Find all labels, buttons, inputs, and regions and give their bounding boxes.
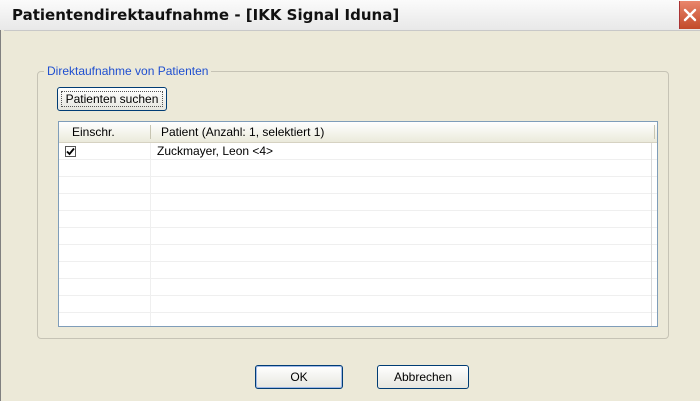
column-header-patient-label: Patient (Anzahl: 1, selektiert 1) [161,125,325,139]
grid-line [651,143,652,326]
table-row [59,160,657,177]
window-border [0,30,4,401]
groupbox-label: Direktaufnahme von Patienten [44,64,212,78]
focus-rectangle [61,91,163,107]
dialog-window: Patientendirektaufnahme - [IKK Signal Id… [0,0,700,401]
list-header: Einschr. Patient (Anzahl: 1, selektiert … [59,122,657,143]
table-row [59,313,657,326]
patient-cell: Zuckmayer, Leon <4> [157,144,274,158]
title-bar[interactable]: Patientendirektaufnahme - [IKK Signal Id… [0,0,700,31]
table-row [59,262,657,279]
table-row [59,245,657,262]
close-icon [683,8,697,22]
table-row [59,177,657,194]
column-header-restriction[interactable]: Einschr. [59,122,151,142]
check-icon[interactable] [65,146,76,157]
ok-button[interactable]: OK [255,365,343,389]
ok-label: OK [290,370,308,384]
table-row [59,211,657,228]
table-row[interactable]: Zuckmayer, Leon <4> [59,143,657,160]
search-patients-button[interactable]: Patienten suchen [57,87,167,111]
table-row [59,194,657,211]
cancel-label: Abbrechen [393,370,453,384]
patient-list[interactable]: Einschr. Patient (Anzahl: 1, selektiert … [58,121,658,327]
table-row [59,296,657,313]
list-rows: Zuckmayer, Leon <4> [59,143,657,326]
table-row [59,228,657,245]
column-header-restriction-label: Einschr. [72,125,115,139]
cancel-button[interactable]: Abbrechen [377,365,469,389]
window-title: Patientendirektaufnahme - [IKK Signal Id… [12,6,400,24]
close-button[interactable] [679,1,700,29]
table-row [59,279,657,296]
column-divider[interactable] [654,125,655,139]
column-header-patient[interactable]: Patient (Anzahl: 1, selektiert 1) [151,122,657,142]
restriction-cell [59,143,151,159]
